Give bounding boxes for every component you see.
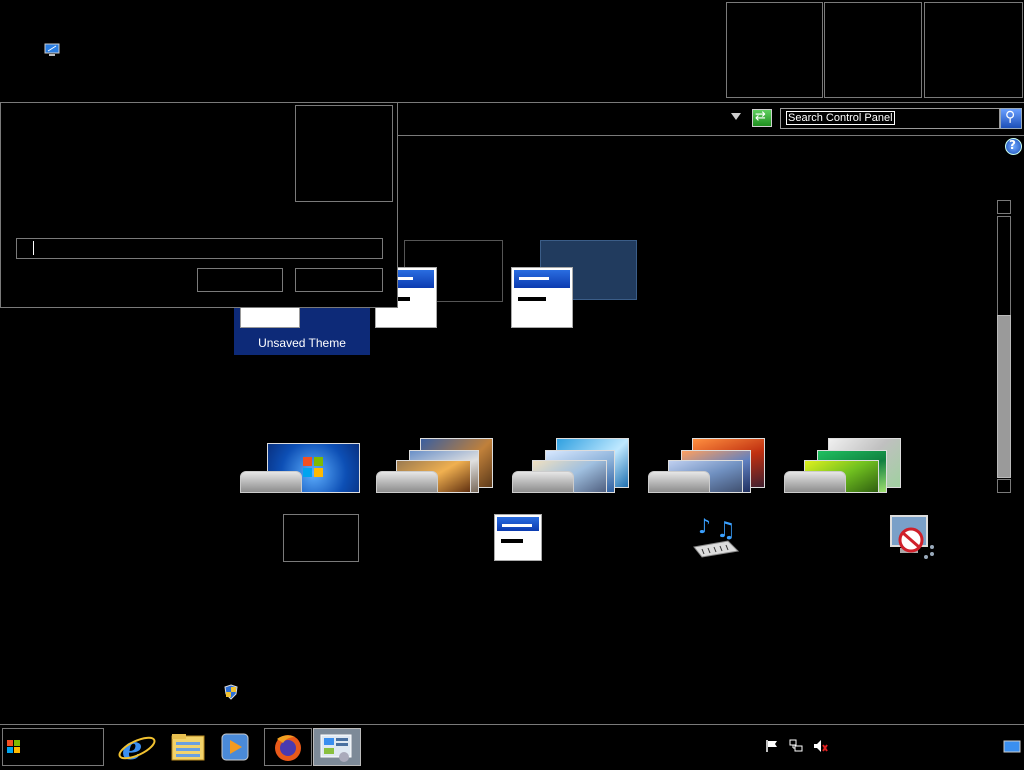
maximize-button[interactable] — [824, 2, 922, 98]
windows-logo-icon — [302, 456, 324, 478]
scroll-down-button[interactable] — [997, 479, 1011, 493]
refresh-icon[interactable] — [752, 109, 772, 127]
internet-explorer-icon[interactable]: e — [114, 728, 162, 767]
theme-label: Unsaved Theme — [258, 336, 346, 350]
firefox-icon[interactable] — [264, 728, 312, 766]
uac-shield-icon — [224, 684, 238, 700]
close-button[interactable] — [924, 2, 1023, 98]
theme-architecture[interactable] — [376, 438, 498, 493]
theme-name-input[interactable] — [16, 238, 383, 259]
theme-characters[interactable] — [512, 438, 634, 493]
windows-logo-icon — [7, 740, 20, 753]
minimize-button[interactable] — [726, 2, 823, 98]
media-player-icon[interactable] — [212, 728, 260, 766]
network-icon[interactable] — [789, 739, 803, 757]
svg-text:♪: ♪ — [698, 514, 711, 538]
save-button[interactable] — [197, 268, 283, 292]
search-placeholder: Search Control Panel — [786, 111, 895, 125]
search-input[interactable]: Search Control Panel — [780, 108, 1000, 129]
window-preview-icon[interactable] — [511, 267, 573, 328]
search-icon[interactable] — [1000, 108, 1022, 129]
file-explorer-icon[interactable] — [164, 728, 212, 766]
start-button[interactable] — [2, 728, 104, 766]
window-color-icon[interactable] — [494, 514, 542, 561]
scrollbar-thumb[interactable] — [997, 315, 1011, 478]
desktop-background-link[interactable] — [283, 514, 359, 562]
volume-muted-icon[interactable] — [813, 739, 829, 757]
control-panel-icon[interactable] — [313, 728, 361, 766]
computer-icon[interactable] — [44, 42, 60, 56]
theme-windows-7[interactable] — [240, 440, 362, 493]
show-desktop-icon[interactable] — [1003, 740, 1021, 758]
dialog-preview-box — [295, 105, 393, 202]
theme-landscapes[interactable] — [648, 438, 770, 493]
svg-text:♫: ♫ — [716, 518, 736, 543]
sounds-icon[interactable]: ♪ ♫ — [690, 513, 742, 559]
chevron-down-icon[interactable] — [731, 113, 741, 120]
help-icon[interactable] — [1005, 138, 1022, 155]
theme-nature[interactable] — [784, 438, 906, 493]
action-center-flag-icon[interactable] — [765, 739, 779, 757]
scroll-up-button[interactable] — [997, 200, 1011, 214]
cancel-button[interactable] — [295, 268, 383, 292]
text-caret — [33, 241, 34, 255]
screen-saver-icon[interactable] — [888, 513, 938, 563]
